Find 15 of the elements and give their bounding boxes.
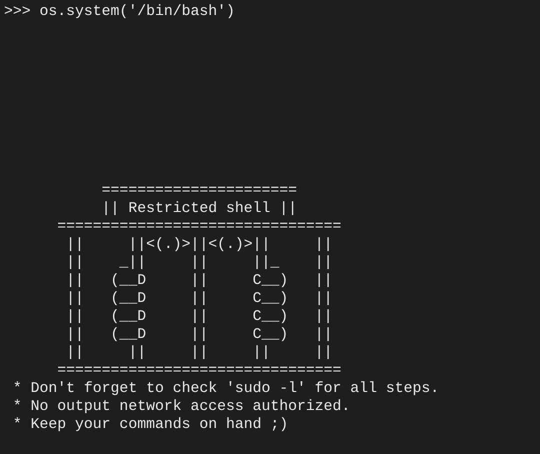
output-line: * No output network access authorized. xyxy=(12,398,350,416)
output-line: * Don't forget to check 'sudo -l' for all steps. xyxy=(12,380,440,398)
ascii-art-line: || Restricted shell || xyxy=(100,200,298,218)
ascii-art-line: || (__D || C__) || xyxy=(65,308,333,326)
ascii-art-line: ====================== xyxy=(100,182,298,200)
ascii-art-line: || (__D || C__) || xyxy=(65,272,333,290)
ascii-art-line: || ||<(.)>||<(.)>|| || xyxy=(65,236,333,254)
ascii-art-line: || (__D || C__) || xyxy=(65,326,333,344)
ascii-art-line: || _|| || ||_ || xyxy=(65,254,333,272)
ascii-art-line: || || || || || xyxy=(65,344,333,362)
ascii-art-line: || (__D || C__) || xyxy=(65,290,333,308)
output-line: * Keep your commands on hand ;) xyxy=(12,416,288,434)
ascii-art-line: ================================ xyxy=(56,218,342,236)
command-line: >>> os.system('/bin/bash') xyxy=(4,3,235,21)
ascii-art-line: ================================ xyxy=(56,362,342,380)
